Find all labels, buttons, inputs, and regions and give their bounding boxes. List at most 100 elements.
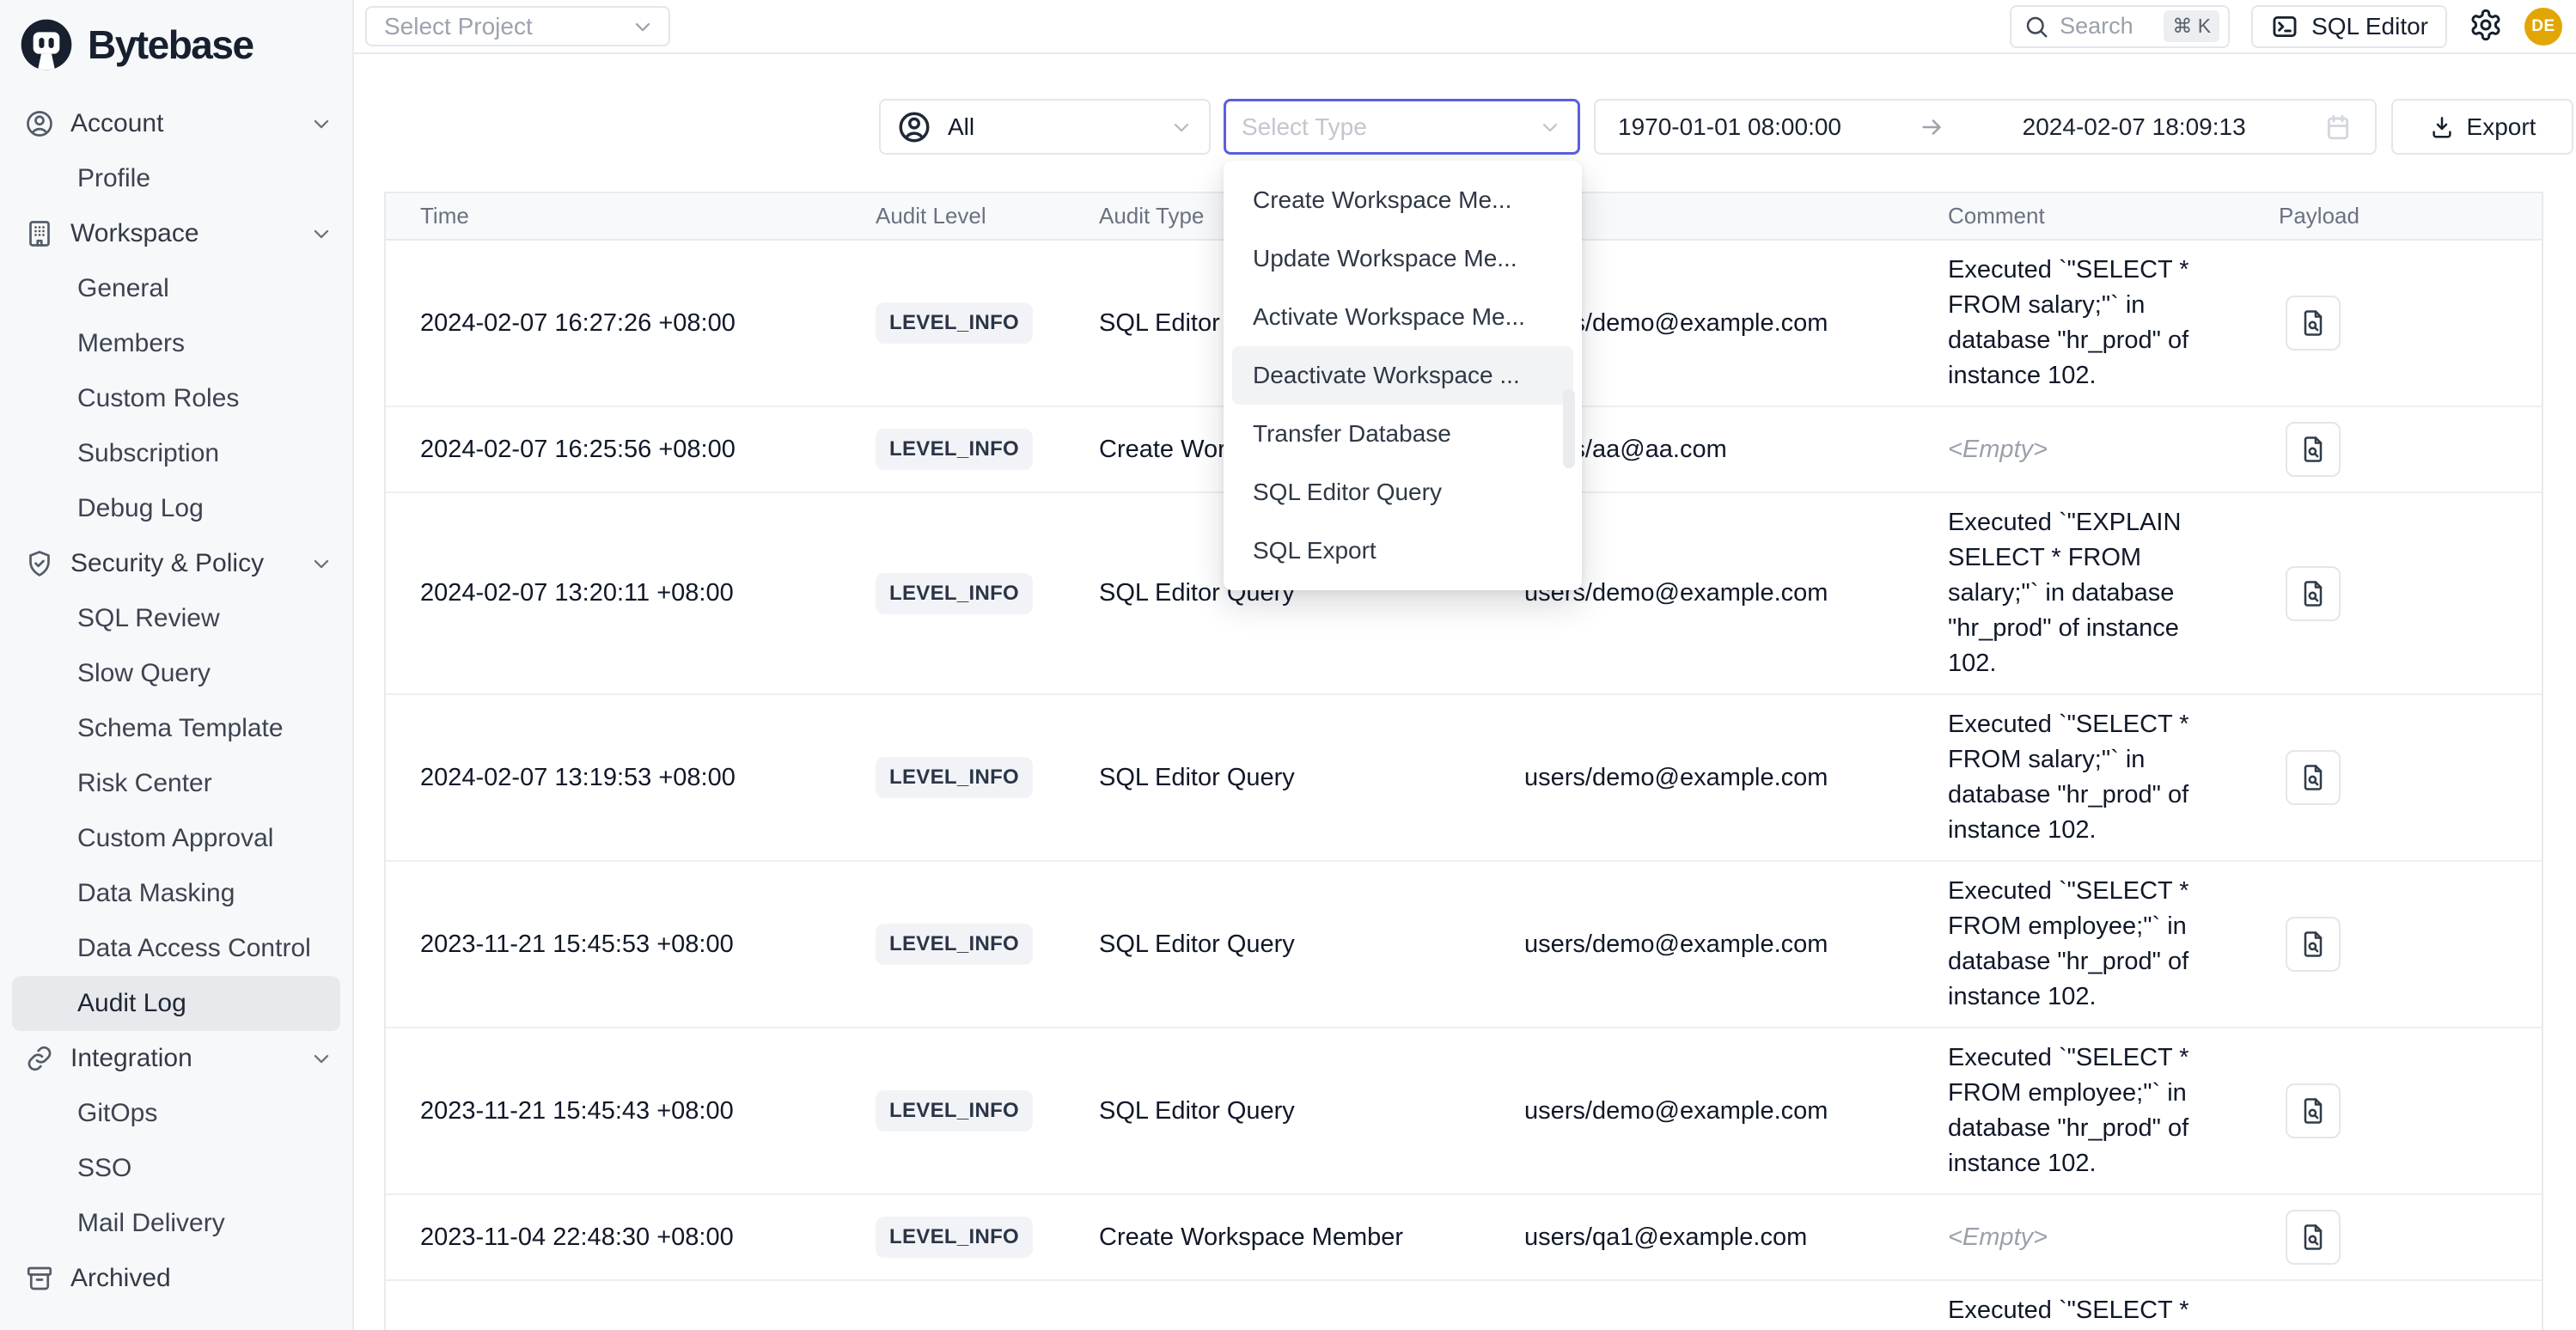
gear-icon <box>2469 8 2503 45</box>
sidebar-item-account[interactable]: Account <box>0 96 352 151</box>
chevron-down-icon <box>1538 115 1562 139</box>
sidebar-item-audit-log[interactable]: Audit Log <box>12 976 340 1031</box>
cell-audit-level: LEVEL_INFO <box>876 924 1099 965</box>
type-filter-placeholder: Select Type <box>1242 113 1367 141</box>
dropdown-scrollbar[interactable] <box>1563 389 1575 468</box>
dropdown-option-sql-editor-query[interactable]: SQL Editor Query <box>1232 463 1573 522</box>
cell-payload <box>2279 1083 2545 1138</box>
bytebase-logo-icon <box>19 17 74 72</box>
sql-editor-label: SQL Editor <box>2311 13 2428 40</box>
level-badge: LEVEL_INFO <box>876 757 1033 798</box>
sql-editor-button[interactable]: SQL Editor <box>2251 5 2447 48</box>
sidebar-item-label: Custom Approval <box>77 824 333 853</box>
export-button[interactable]: Export <box>2391 99 2573 155</box>
dropdown-option-update-workspace-me[interactable]: Update Workspace Me... <box>1232 229 1573 288</box>
sidebar-item-members[interactable]: Members <box>0 316 352 371</box>
sidebar-item-archived[interactable]: Archived <box>0 1251 352 1306</box>
sidebar-item-schema-template[interactable]: Schema Template <box>0 701 352 756</box>
payload-view-button[interactable] <box>2286 917 2341 972</box>
sidebar-item-subscription[interactable]: Subscription <box>0 426 352 481</box>
calendar-icon <box>2323 113 2353 142</box>
cell-time: 2024-02-07 16:25:56 +08:00 <box>386 436 876 464</box>
sidebar-item-label: GitOps <box>77 1099 333 1128</box>
payload-view-button[interactable] <box>2286 750 2341 805</box>
chevron-down-icon <box>309 552 333 576</box>
brand-name: Bytebase <box>88 21 253 68</box>
project-select[interactable]: Select Project <box>365 6 670 46</box>
comment-text: Executed `"SELECT * FROM employee;"` in … <box>1948 874 2223 1015</box>
cell-payload <box>2279 566 2545 621</box>
level-badge: LEVEL_INFO <box>876 302 1033 344</box>
sidebar-item-sso[interactable]: SSO <box>0 1141 352 1196</box>
sidebar-item-gitops[interactable]: GitOps <box>0 1086 352 1141</box>
payload-view-button[interactable] <box>2286 1083 2341 1138</box>
sidebar-item-label: Slow Query <box>77 659 333 688</box>
sidebar-item-label: General <box>77 274 333 303</box>
comment-text: Executed `"SELECT * FROM department;"` i… <box>1948 1293 2223 1330</box>
dropdown-option-transfer-database[interactable]: Transfer Database <box>1232 405 1573 463</box>
chevron-down-icon <box>309 222 333 246</box>
cell-comment: Executed `"SELECT * FROM salary;"` in da… <box>1948 695 2279 860</box>
file-search-icon <box>2298 434 2329 465</box>
cell-actor: users/qa1@example.com <box>1524 1223 1948 1252</box>
dropdown-option-create-workspace-me[interactable]: Create Workspace Me... <box>1232 171 1573 229</box>
sidebar: Bytebase AccountProfileWorkspace General M… <box>0 0 354 1330</box>
sidebar-item-data-access-control[interactable]: Data Access Control <box>0 921 352 976</box>
comment-text: Executed `"SELECT * FROM salary;"` in da… <box>1948 253 2223 394</box>
date-to-value: 2024-02-07 18:09:13 <box>2023 113 2246 141</box>
comment-empty-placeholder: <Empty> <box>1948 1220 2223 1255</box>
sidebar-item-general[interactable]: General <box>0 261 352 316</box>
search-placeholder: Search <box>2060 13 2133 40</box>
level-badge: LEVEL_INFO <box>876 573 1033 614</box>
table-row: 2024-02-07 13:19:53 +08:00LEVEL_INFOSQL … <box>386 695 2542 862</box>
sidebar-item-label: Data Masking <box>77 879 333 908</box>
column-header-time: Time <box>386 203 876 229</box>
sidebar-item-debug-log[interactable]: Debug Log <box>0 481 352 536</box>
sidebar-item-custom-approval[interactable]: Custom Approval <box>0 811 352 866</box>
sidebar-item-label: SSO <box>77 1154 333 1183</box>
shield-check-icon <box>24 548 55 579</box>
cell-audit-level: LEVEL_INFO <box>876 573 1099 614</box>
sidebar-item-integration[interactable]: Integration <box>0 1031 352 1086</box>
sidebar-item-label: Archived <box>70 1264 333 1293</box>
sidebar-item-data-masking[interactable]: Data Masking <box>0 866 352 921</box>
avatar[interactable]: DE <box>2524 8 2562 46</box>
column-header-comment: Comment <box>1948 203 2279 229</box>
search-input[interactable]: Search ⌘ K <box>2010 5 2230 48</box>
dropdown-option-activate-workspace-me[interactable]: Activate Workspace Me... <box>1232 288 1573 346</box>
cell-audit-type: SQL Editor Query <box>1099 764 1524 792</box>
sidebar-item-security-policy[interactable]: Security & Policy <box>0 536 352 591</box>
sidebar-item-label: Schema Template <box>77 714 333 743</box>
building-icon <box>24 218 55 249</box>
payload-view-button[interactable] <box>2286 1210 2341 1265</box>
settings-gear-button[interactable] <box>2469 8 2503 45</box>
type-filter-select[interactable]: Select Type <box>1224 99 1580 155</box>
cell-audit-level: LEVEL_INFO <box>876 429 1099 470</box>
date-range-picker[interactable]: 1970-01-01 08:00:00 2024-02-07 18:09:13 <box>1594 99 2377 155</box>
column-header-actor: Actor <box>1524 203 1948 229</box>
payload-view-button[interactable] <box>2286 566 2341 621</box>
search-shortcut-badge: ⌘ K <box>2164 10 2219 42</box>
sidebar-item-profile[interactable]: Profile <box>0 151 352 206</box>
dropdown-option-deactivate-workspace[interactable]: Deactivate Workspace ... <box>1232 346 1573 405</box>
download-icon <box>2429 114 2455 140</box>
table-row: 2023-11-21 15:45:43 +08:00LEVEL_INFOSQL … <box>386 1028 2542 1195</box>
cell-payload <box>2279 917 2545 972</box>
sidebar-item-label: Audit Log <box>77 989 321 1018</box>
sidebar-item-workspace[interactable]: Workspace <box>0 206 352 261</box>
brand-logo[interactable]: Bytebase <box>0 0 352 74</box>
cell-time: 2023-11-04 22:48:30 +08:00 <box>386 1223 876 1252</box>
actor-filter-select[interactable]: All <box>879 99 1211 155</box>
payload-view-button[interactable] <box>2286 296 2341 351</box>
sidebar-item-mail-delivery[interactable]: Mail Delivery <box>0 1196 352 1251</box>
dropdown-option-sql-export[interactable]: SQL Export <box>1232 522 1573 580</box>
cell-audit-level: LEVEL_INFO <box>876 302 1099 344</box>
sidebar-item-custom-roles[interactable]: Custom Roles <box>0 371 352 426</box>
column-header-audit-level: Audit Level <box>876 203 1099 229</box>
cell-audit-level: LEVEL_INFO <box>876 1090 1099 1132</box>
sidebar-item-risk-center[interactable]: Risk Center <box>0 756 352 811</box>
sidebar-item-sql-review[interactable]: SQL Review <box>0 591 352 646</box>
payload-view-button[interactable] <box>2286 422 2341 477</box>
sidebar-item-slow-query[interactable]: Slow Query <box>0 646 352 701</box>
cell-time: 2024-02-07 13:20:11 +08:00 <box>386 579 876 607</box>
